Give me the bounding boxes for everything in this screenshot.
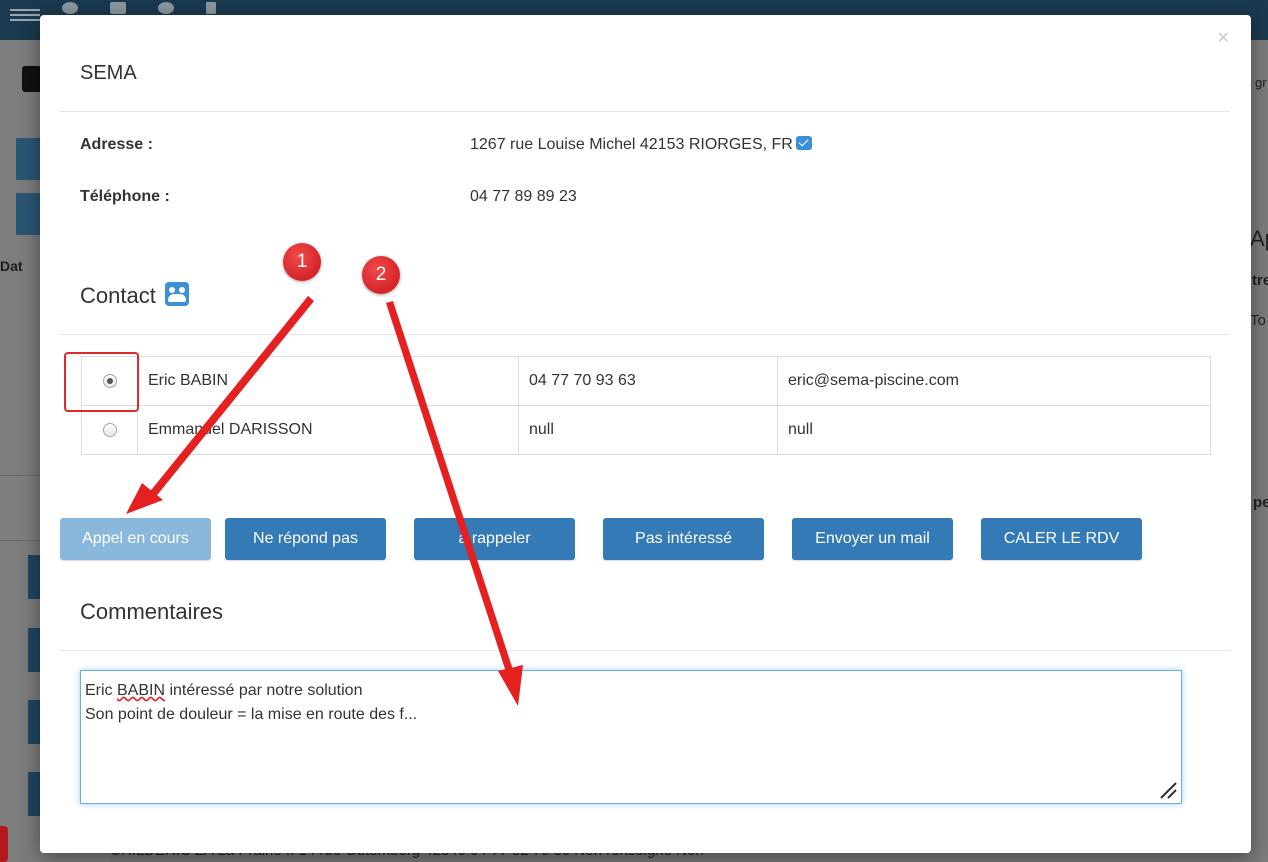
users-icon[interactable] [158, 2, 174, 14]
background-right-row: tre [1252, 272, 1268, 289]
contacts-table: Eric BABIN 04 77 70 93 63 eric@sema-pisc… [81, 356, 1211, 455]
background-red-tab[interactable] [0, 826, 8, 862]
contact-phone: 04 77 70 93 63 [518, 356, 778, 406]
divider [0, 475, 40, 476]
help-icon[interactable] [62, 2, 78, 14]
address-label: Adresse : [80, 136, 153, 153]
annotation-badge-2: 2 [362, 256, 400, 294]
background-right-row: To [1250, 312, 1266, 329]
caler-rdv-button[interactable]: CALER LE RDV [981, 518, 1142, 560]
comment-text: Eric [85, 682, 117, 699]
radio-cell[interactable] [81, 405, 138, 455]
pas-interesse-button[interactable]: Pas intéressé [603, 518, 764, 560]
comments-textarea[interactable]: Eric BABIN intéressé par notre solution … [80, 670, 1182, 804]
background-right-column: pe [1253, 494, 1268, 511]
divider [60, 650, 1230, 651]
contact-phone: null [518, 405, 778, 455]
phone-value: 04 77 89 89 23 [470, 188, 577, 205]
misspelled-word: BABIN [117, 682, 166, 699]
hamburger-menu-icon[interactable] [10, 6, 40, 21]
modal-title: SEMA [80, 62, 137, 84]
contact-name: Emmanuel DARISSON [137, 405, 519, 455]
mail-icon[interactable] [795, 136, 812, 150]
contact-radio[interactable] [102, 422, 117, 437]
background-right-top: gr [1255, 75, 1267, 90]
address-value: 1267 rue Louise Michel 42153 RIORGES, FR [470, 136, 812, 154]
appel-en-cours-button[interactable]: Appel en cours [60, 518, 211, 560]
comment-text: intéressé par notre solution [165, 682, 363, 699]
divider [0, 540, 40, 541]
address-text: 1267 rue Louise Michel 42153 RIORGES, FR [470, 136, 793, 153]
contact-email: eric@sema-piscine.com [777, 356, 1211, 406]
building-icon[interactable] [206, 2, 216, 14]
background-right-title: Ap [1250, 226, 1268, 251]
divider [60, 334, 1230, 335]
background-button[interactable] [16, 193, 42, 235]
comment-line: Eric BABIN intéressé par notre solution [85, 679, 1177, 703]
contact-email: null [777, 405, 1211, 455]
ne-repond-pas-button[interactable]: Ne répond pas [225, 518, 386, 560]
comment-line: Son point de douleur = la mise en route … [85, 706, 418, 723]
background-button[interactable] [16, 138, 42, 180]
a-rappeler-button[interactable]: à rappeler [414, 518, 575, 560]
envoyer-mail-button[interactable]: Envoyer un mail [792, 518, 953, 560]
contact-section-title: Contact [80, 282, 189, 309]
table-row[interactable]: Emmanuel DARISSON null null [81, 405, 1211, 455]
table-row[interactable]: Eric BABIN 04 77 70 93 63 eric@sema-pisc… [81, 356, 1211, 406]
close-icon[interactable]: × [1217, 27, 1229, 50]
contact-title: Contact [80, 283, 156, 308]
contacts-icon[interactable] [164, 282, 189, 306]
background-date-label: Dat [0, 258, 23, 274]
phone-label: Téléphone : [80, 188, 170, 205]
annotation-highlight-box [64, 352, 139, 412]
phone-icon [22, 66, 42, 92]
resize-handle-icon[interactable] [1159, 781, 1177, 799]
comments-title: Commentaires [80, 599, 224, 624]
annotation-badge-1: 1 [283, 243, 321, 281]
divider [60, 111, 1230, 112]
money-icon[interactable] [110, 2, 126, 14]
contact-name: Eric BABIN [137, 356, 519, 406]
contact-modal: × SEMA Adresse : 1267 rue Louise Michel … [40, 15, 1251, 853]
